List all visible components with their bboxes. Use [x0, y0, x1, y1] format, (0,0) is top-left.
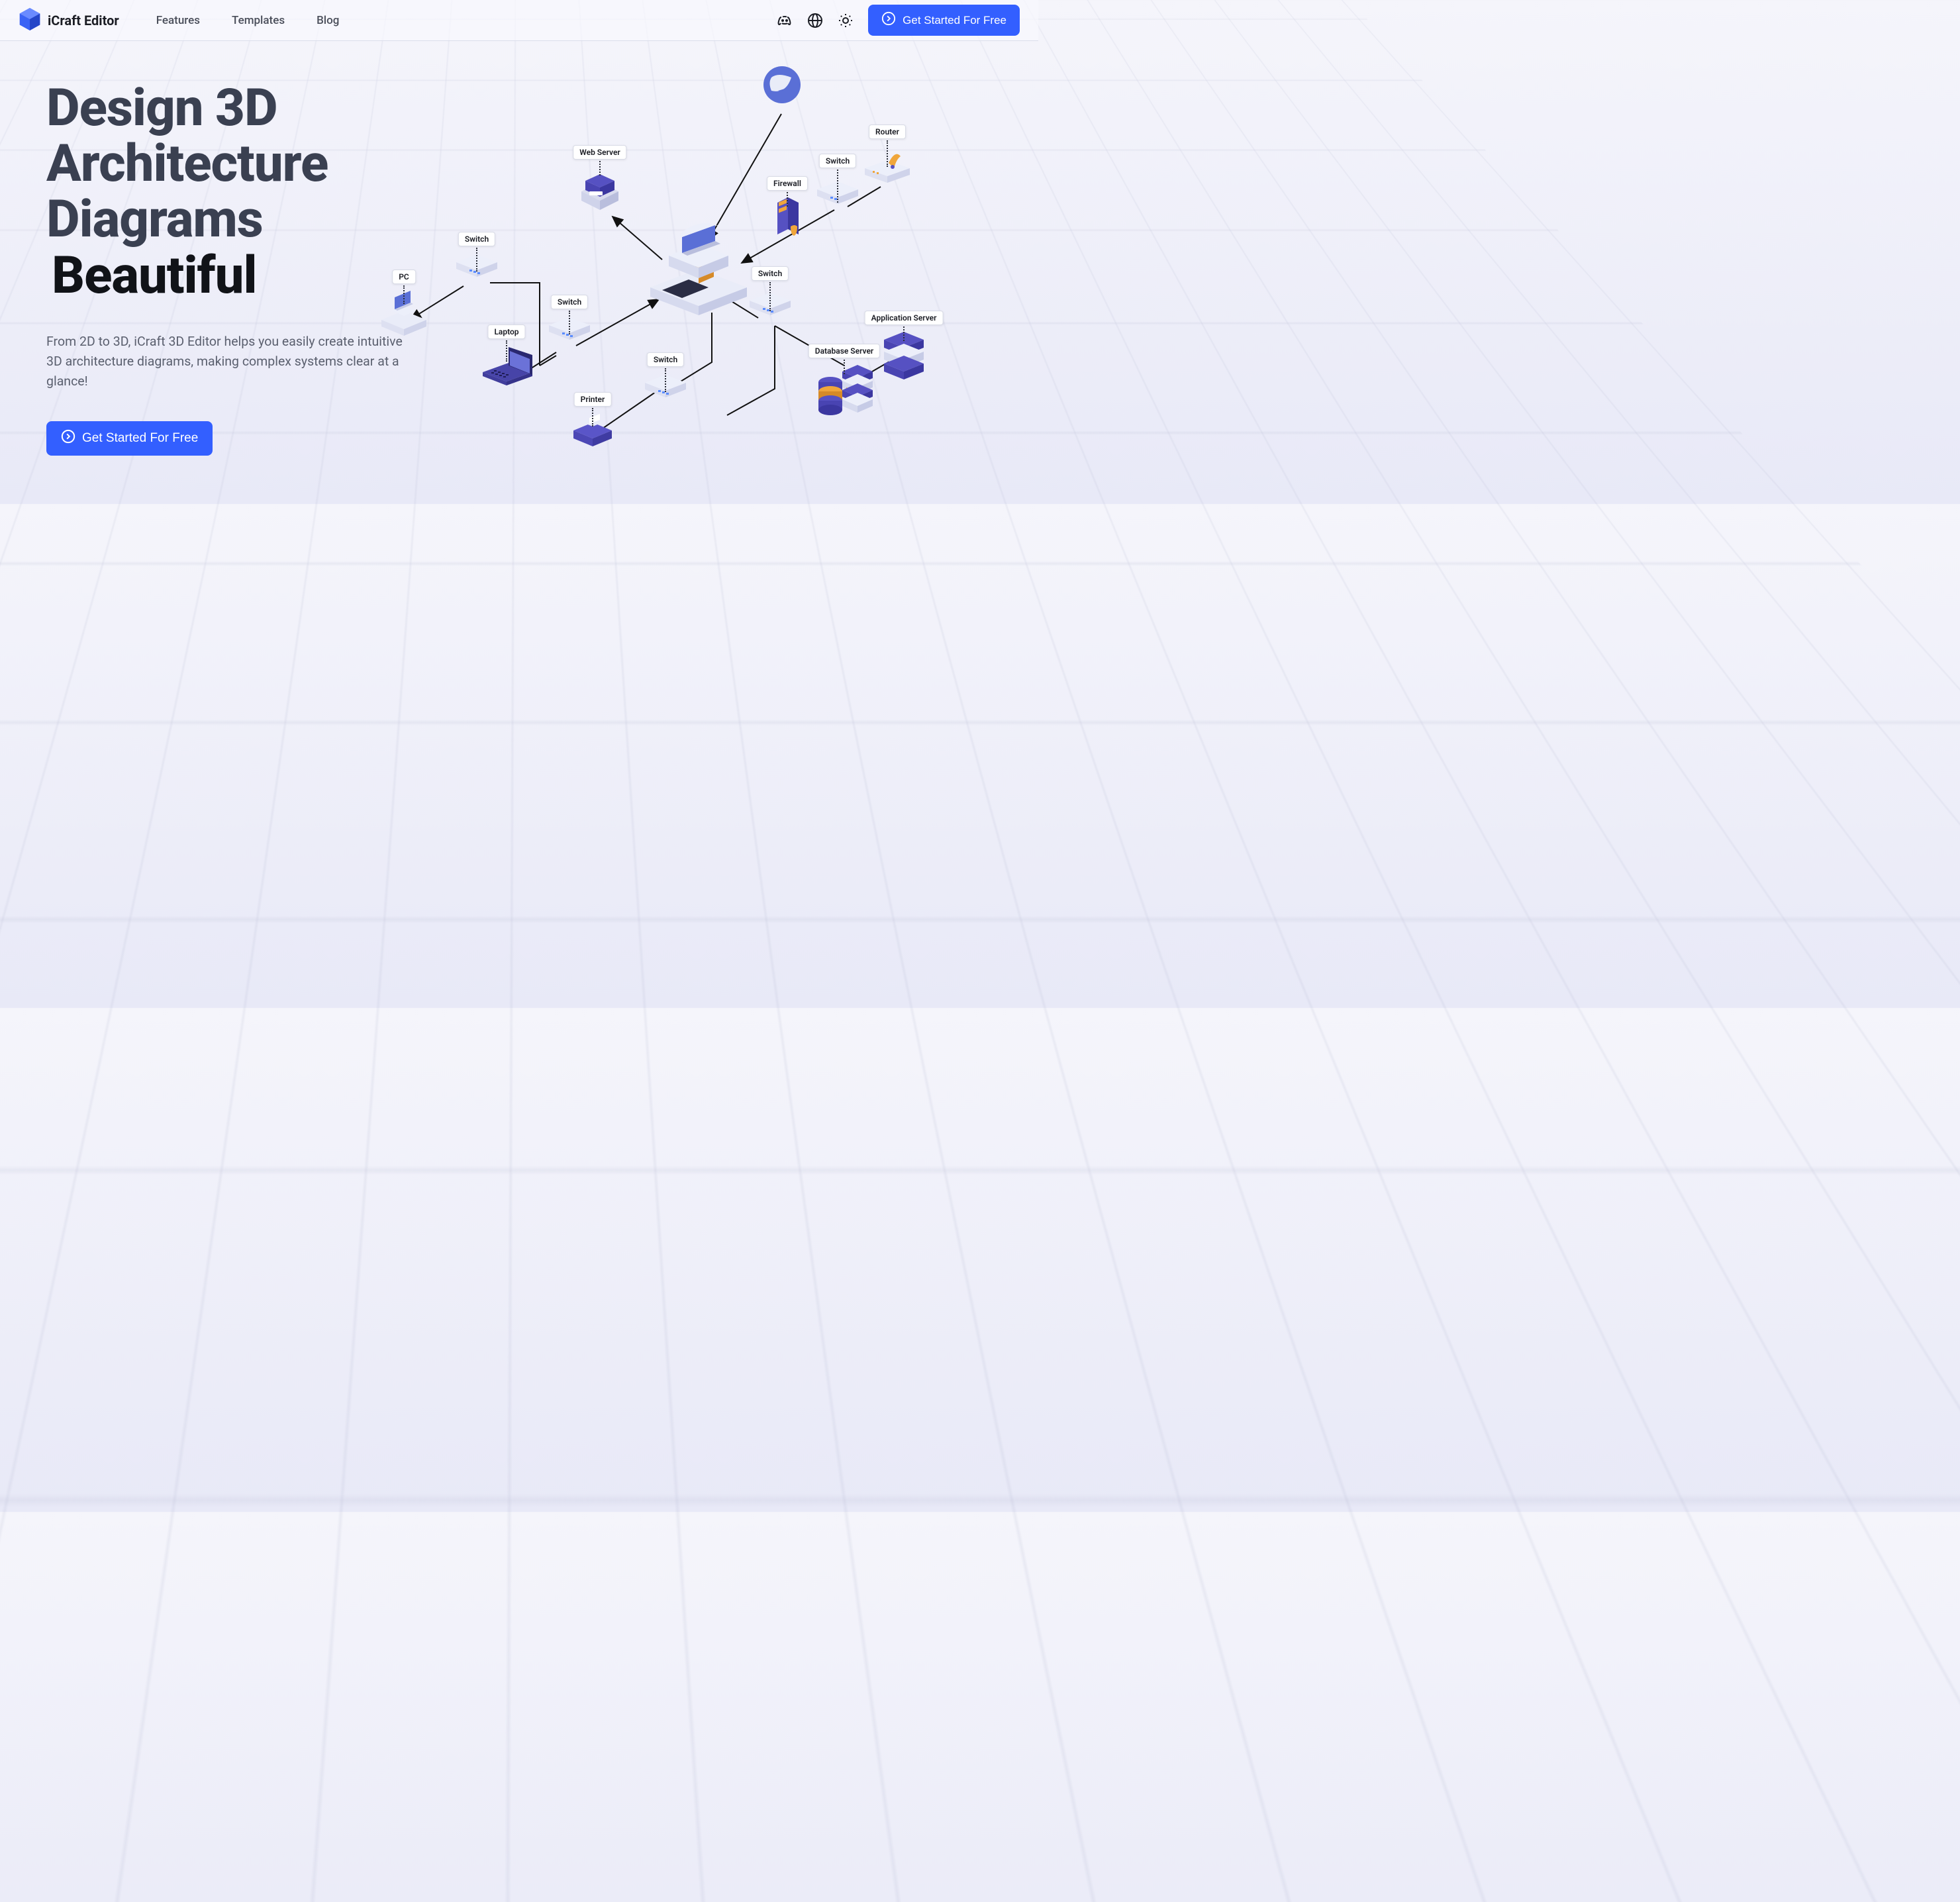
nav-blog[interactable]: Blog — [317, 14, 339, 27]
laptop-label: Laptop — [487, 325, 525, 339]
db-server-label: Database Server — [808, 344, 880, 358]
logo-text: iCraft Editor — [48, 13, 119, 28]
switch-top-label: Switch — [819, 154, 856, 168]
printer-node: Printer — [569, 412, 616, 454]
hero-section: Design 3D Architecture Diagrams Beautifu… — [0, 41, 1038, 504]
app-server-node: Application Server — [877, 329, 930, 391]
globe-icon[interactable] — [807, 13, 823, 28]
web-server-node: Web Server — [576, 164, 624, 214]
switch-right-label: Switch — [752, 266, 789, 281]
main-nav: Features Templates Blog — [156, 14, 340, 27]
switch-top-node: Switch — [814, 180, 861, 209]
app-server-label: Application Server — [865, 311, 944, 325]
hero-title-line4: Beautiful — [52, 246, 257, 306]
laptop-node: Laptop — [477, 347, 536, 396]
switch2-node: Switch — [546, 316, 593, 345]
firewall-node: Firewall — [768, 193, 807, 244]
switch3-label: Switch — [647, 352, 684, 367]
router-node: Router — [861, 151, 914, 191]
hero-title-line1: Design 3D — [46, 78, 277, 138]
site-header: iCraft Editor Features Templates Blog — [0, 0, 1038, 41]
hero-title-line2: Architecture — [46, 134, 328, 194]
arrow-circle-icon — [61, 429, 75, 448]
switch1-label: Switch — [458, 232, 495, 246]
architecture-diagram: Web Server Switch — [358, 61, 1020, 511]
header-cta-label: Get Started For Free — [903, 14, 1006, 27]
web-server-label: Web Server — [573, 145, 626, 160]
switch2-label: Switch — [551, 295, 588, 309]
nav-templates[interactable]: Templates — [232, 14, 285, 27]
sun-icon[interactable] — [838, 13, 854, 28]
hero-title-line3: Diagrams — [46, 189, 263, 250]
workstation-node — [642, 213, 755, 328]
header-cta-button[interactable]: Get Started For Free — [868, 5, 1020, 36]
switch3-node: Switch — [642, 374, 689, 403]
printer-label: Printer — [574, 392, 612, 407]
pc-label: PC — [392, 270, 416, 284]
logo-icon — [19, 7, 41, 34]
header-actions: Get Started For Free — [777, 5, 1020, 36]
arrow-circle-icon — [881, 11, 896, 29]
router-label: Router — [869, 125, 906, 139]
hero-cta-label: Get Started For Free — [82, 431, 198, 446]
discord-icon[interactable] — [777, 13, 793, 28]
pc-node: PC — [377, 289, 430, 342]
db-server-node: Database Server — [814, 362, 874, 431]
logo[interactable]: iCraft Editor — [19, 7, 119, 34]
nav-features[interactable]: Features — [156, 14, 200, 27]
hero-cta-button[interactable]: Get Started For Free — [46, 421, 213, 456]
switch1-node: Switch — [454, 253, 500, 282]
globe-node — [761, 64, 803, 108]
firewall-label: Firewall — [767, 176, 808, 191]
switch-right-node: Switch — [747, 291, 793, 321]
